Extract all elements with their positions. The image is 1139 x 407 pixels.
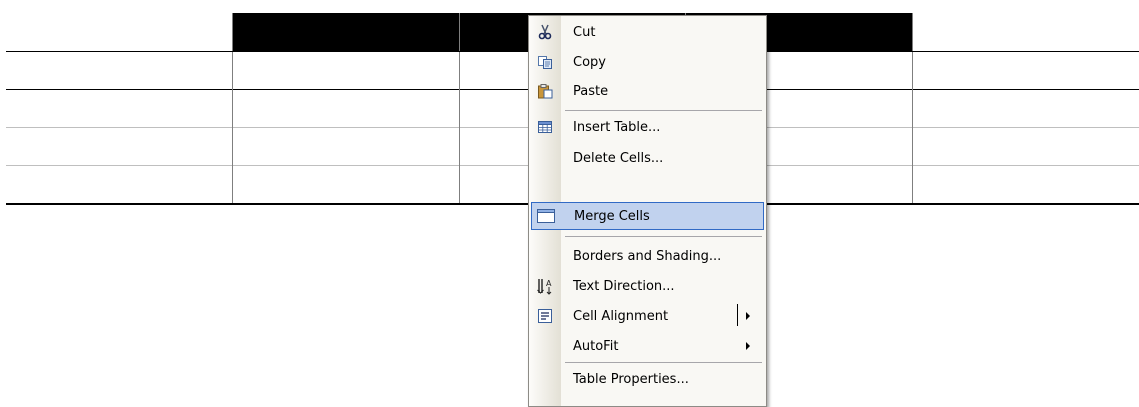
menu-item-label: Borders and Shading... (573, 248, 722, 264)
submenu-arrow-icon (746, 342, 750, 350)
menu-item-table-properties[interactable]: Table Properties... (531, 365, 764, 393)
menu-item-autofit[interactable]: AutoFit (531, 332, 764, 360)
table-cell[interactable] (232, 89, 460, 128)
menu-item-cut[interactable]: Cut (531, 18, 764, 46)
table-cell[interactable] (6, 51, 233, 90)
menu-item-label: Copy (573, 54, 606, 70)
table-cell[interactable] (232, 165, 460, 205)
table-cell[interactable] (911, 89, 1139, 128)
menu-separator (565, 362, 762, 363)
menu-item-label: Cell Alignment (573, 308, 669, 324)
menu-item-label: Merge Cells (574, 208, 650, 224)
menu-item-label: Text Direction... (573, 278, 675, 294)
table-cell[interactable] (911, 127, 1139, 166)
menu-item-label: Cut (573, 24, 596, 40)
menu-separator (565, 236, 762, 237)
menu-item-label: Paste (573, 83, 609, 99)
table-cell[interactable] (6, 127, 233, 166)
table-cell[interactable] (232, 51, 460, 90)
menu-item-label: AutoFit (573, 338, 619, 354)
table-cell[interactable] (6, 165, 233, 205)
menu-item-label: Delete Cells... (573, 150, 664, 166)
menu-item-text-direction[interactable]: A Text Direction... (531, 272, 764, 300)
menu-item-borders-and-shading[interactable]: Borders and Shading... (531, 242, 764, 270)
table-cell[interactable] (911, 13, 1139, 52)
submenu-arrow-icon (746, 312, 750, 320)
copy-icon (531, 48, 559, 76)
table-cell[interactable] (6, 13, 233, 52)
cell-alignment-icon (531, 302, 559, 330)
menu-item-merge-cells[interactable]: Merge Cells (531, 202, 764, 230)
menu-item-label: Table Properties... (573, 371, 689, 387)
menu-item-paste[interactable]: Paste (531, 77, 764, 105)
paste-icon (531, 77, 559, 105)
svg-text:A: A (546, 279, 552, 288)
menu-item-label: Insert Table... (573, 119, 661, 135)
text-direction-icon: A (531, 272, 559, 300)
table-cell[interactable] (6, 89, 233, 128)
menu-item-copy[interactable]: Copy (531, 48, 764, 76)
menu-separator (565, 110, 762, 111)
table-cell[interactable] (232, 127, 460, 166)
merge-cells-icon (532, 202, 560, 230)
context-menu: Cut Copy Paste Insert Table... Delete Ce… (528, 15, 767, 407)
insert-table-icon (531, 113, 559, 141)
scissors-icon (531, 18, 559, 46)
table-cell-selected[interactable] (232, 13, 460, 52)
menu-item-delete-cells[interactable]: Delete Cells... (531, 144, 764, 172)
menu-item-insert-table[interactable]: Insert Table... (531, 113, 764, 141)
menu-item-cell-alignment[interactable]: Cell Alignment (531, 302, 764, 330)
table-cell[interactable] (911, 51, 1139, 90)
table-cell[interactable] (911, 165, 1139, 205)
